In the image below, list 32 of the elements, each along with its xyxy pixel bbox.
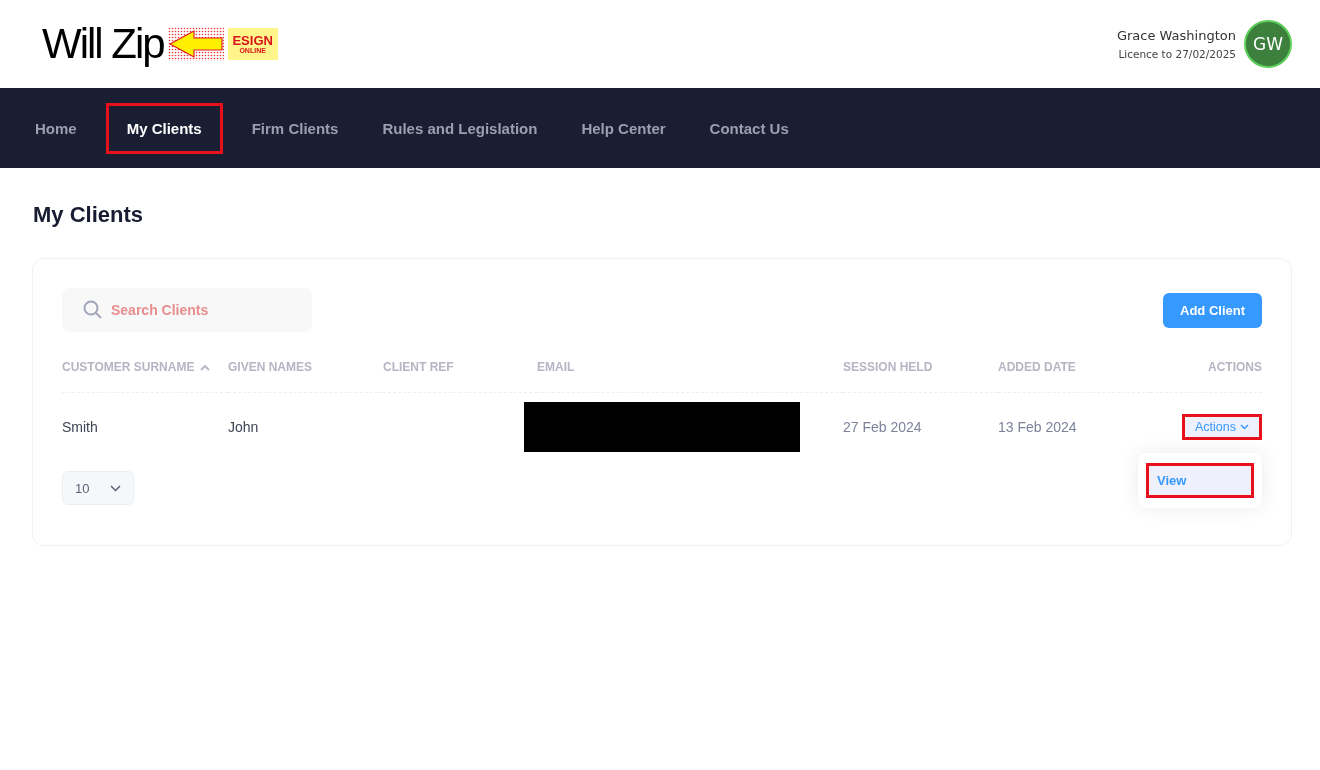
licence-text: Licence to 27/02/2025 — [1118, 48, 1236, 60]
page-size-select[interactable]: 10 — [62, 471, 134, 505]
column-header[interactable]: CUSTOMER SURNAME — [62, 360, 211, 374]
user-name: Grace Washington — [1116, 28, 1236, 43]
table-cell: John — [228, 419, 259, 435]
nav-tab[interactable]: Rules and Legislation — [367, 106, 553, 150]
column-header[interactable]: CLIENT REF — [383, 360, 454, 374]
nav-tab[interactable]: Home — [20, 106, 92, 150]
caret-icon — [110, 484, 121, 492]
table-cell: Smith — [62, 419, 98, 435]
column-header[interactable]: EMAIL — [537, 360, 575, 374]
user-avatar[interactable]: GW — [1244, 20, 1292, 68]
nav-tab[interactable]: Help Center — [566, 106, 681, 150]
caret-icon — [1240, 424, 1249, 430]
search-field[interactable]: Search Clients — [62, 288, 312, 332]
actions-dropdown[interactable]: Actions — [1182, 414, 1262, 440]
logo-wordmark: Will Zip — [42, 20, 164, 68]
nav-tab[interactable]: My Clients — [105, 102, 223, 154]
table-cell: 27 Feb 2024 — [843, 419, 922, 435]
menu-item[interactable]: View — [1146, 463, 1254, 498]
search-icon — [83, 300, 103, 320]
add-client-button[interactable]: Add Client — [1163, 292, 1262, 328]
nav-tab[interactable]: Contact Us — [694, 106, 804, 150]
sort-up-icon[interactable] — [200, 363, 211, 371]
table-cell: 13 Feb 2024 — [998, 419, 1077, 435]
column-header[interactable]: ADDED DATE — [998, 360, 1076, 374]
nav-tab[interactable]: Firm Clients — [236, 106, 354, 150]
page-title: My Clients — [33, 202, 145, 228]
column-header[interactable]: ACTIONS — [1208, 360, 1262, 374]
column-header[interactable]: SESSION HELD — [843, 360, 933, 374]
column-header[interactable]: GIVEN NAMES — [228, 360, 312, 374]
arrow-logo-icon — [167, 27, 224, 61]
